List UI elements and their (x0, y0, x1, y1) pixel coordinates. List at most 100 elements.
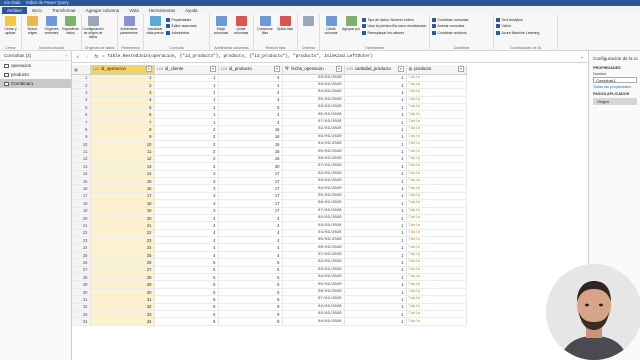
column-type-icon[interactable]: ▦ (409, 67, 413, 71)
table-link-cell[interactable]: Table (406, 81, 467, 90)
formula-text[interactable]: = Table.NestedJoin(operacion, {"id_produ… (102, 54, 373, 59)
query-item-operacion[interactable]: operacion (0, 61, 71, 70)
table-link-cell[interactable]: Table (406, 96, 467, 105)
table-link-cell[interactable]: Table (406, 133, 467, 142)
table-link-cell[interactable]: Table (406, 74, 467, 82)
table-link-cell[interactable]: Table (406, 147, 467, 156)
table-link-cell[interactable]: Table (406, 295, 467, 304)
elegir-columnas-button[interactable]: Elegir columnas (212, 16, 230, 35)
table-link-cell[interactable]: Table (406, 155, 467, 164)
combinar-archivos-button[interactable]: Combinar archivos (432, 30, 468, 35)
nuevo-origen-button[interactable]: Nuevo origen (24, 16, 41, 35)
formula-bar[interactable]: ✕ ✓ fx = Table.NestedJoin(operacion, {"i… (72, 51, 588, 63)
applied-steps-header[interactable]: PASOS APLICADOS (593, 92, 638, 96)
column-filter-icon[interactable]: ▾ (146, 66, 152, 73)
collapse-pane-icon[interactable]: ‹ (65, 51, 67, 60)
origenes-recientes-button[interactable]: Orígenes recientes (43, 16, 60, 35)
tipo-de-datos-numero-entero-button[interactable]: Tipo de datos: Número entero (362, 17, 426, 22)
table-link-cell[interactable]: Table (406, 88, 467, 97)
actualizar-vista-previa-button[interactable]: Actualizar vista previa (146, 16, 164, 35)
table-link-cell[interactable]: Table (406, 243, 467, 252)
column-type-icon[interactable]: 123 (221, 67, 227, 71)
tab-tools[interactable]: Herramientas (144, 7, 180, 14)
quitar-columnas-button[interactable]: Quitar columnas (232, 16, 250, 35)
tab-view[interactable]: Vista (124, 7, 144, 14)
table-link-cell[interactable]: Table (406, 199, 467, 208)
column-type-icon[interactable]: 📅 (285, 67, 290, 71)
sort-button[interactable] (300, 16, 317, 27)
conservar-filas-button[interactable]: Conservar filas (256, 16, 274, 35)
table-link-cell[interactable]: Table (406, 125, 467, 134)
table-link-cell[interactable]: Table (406, 266, 467, 275)
azure-machine-learning-button[interactable]: Azure Machine Learning (496, 30, 539, 35)
query-name-field[interactable]: Combinar1 (593, 77, 637, 83)
tab-transform[interactable]: Transformar (47, 7, 81, 14)
column-header-id-producto[interactable]: 123 id_producto ▾ (218, 65, 283, 75)
combinar-consultas-button[interactable]: Combinar consultas (432, 17, 468, 22)
cerrar-y-aplicar-button[interactable]: Cerrar y aplicar (2, 16, 19, 35)
table-link-cell[interactable]: Table (406, 184, 467, 193)
text-analytics-button[interactable]: Text Analytics (496, 17, 539, 22)
column-header-cantidad-producto[interactable]: 123 cantidad_producto ▾ (344, 65, 407, 75)
column-type-icon[interactable]: 123 (93, 67, 99, 71)
properties-header[interactable]: PROPIEDADES (593, 66, 638, 70)
tab-add-column[interactable]: Agregar columna (81, 7, 124, 14)
table-link-cell[interactable]: Table (406, 177, 467, 186)
column-filter-icon[interactable]: ▾ (210, 66, 216, 73)
table-link-cell[interactable]: Table (406, 221, 467, 230)
tab-help[interactable]: Ayuda (180, 7, 202, 14)
table-link-cell[interactable]: Table (406, 273, 467, 282)
column-filter-icon[interactable]: ▾ (458, 66, 464, 73)
administrar-button[interactable]: Administrar (166, 30, 197, 35)
propiedades-button[interactable]: Propiedades (166, 17, 197, 22)
column-filter-icon[interactable]: ▾ (398, 66, 404, 73)
column-header-id-operacion[interactable]: 123 id_operacion ▾ (90, 65, 155, 75)
query-item-combinar1[interactable]: Combinar1 (0, 79, 71, 88)
table-link-cell[interactable]: Table (406, 288, 467, 297)
column-filter-icon[interactable]: ▾ (274, 66, 280, 73)
column-header-id-cliente[interactable]: 123 id_cliente ▾ (154, 65, 219, 75)
expand-formula-icon[interactable]: ⌄ (580, 54, 584, 60)
table-menu-icon[interactable]: ▦ (74, 68, 78, 72)
table-link-cell[interactable]: Table (406, 303, 467, 312)
step-item[interactable]: Origen (593, 98, 637, 105)
reemplazar-los-valores-button[interactable]: Reemplazar los valores (362, 30, 426, 35)
table-link-cell[interactable]: Table (406, 317, 467, 326)
dividir-columna-button[interactable]: Dividir columna (322, 16, 340, 35)
column-header-producto[interactable]: ▦ producto ▾ (406, 65, 467, 75)
column-filter-icon[interactable]: ▾ (336, 66, 342, 73)
configuracion-de-origen-de-datos-button[interactable]: Configuración de origen de datos (83, 16, 103, 39)
tab-home[interactable]: Inicio (27, 7, 47, 14)
table-link-cell[interactable]: Table (406, 103, 467, 112)
table-link-cell[interactable]: Table (406, 251, 467, 260)
table-menu-corner[interactable]: ▦ (72, 65, 91, 75)
editor-avanzado-button[interactable]: Editor avanzado (166, 24, 197, 29)
table-link-cell[interactable]: Table (406, 192, 467, 201)
agrupar-por-button[interactable]: Agrupar por (342, 16, 360, 31)
table-link-cell[interactable]: Table (406, 170, 467, 178)
table-link-cell[interactable]: Table (406, 229, 467, 238)
table-link-cell[interactable]: Table (406, 236, 467, 245)
usar-la-primera-fila-como-encabezado-button[interactable]: Usar la primera fila como encabezado (362, 24, 426, 29)
anexar-consultas-button[interactable]: Anexar consultas (432, 24, 468, 29)
especificar-datos-button[interactable]: Especificar datos (62, 16, 79, 35)
table-link-cell[interactable]: Table (406, 110, 467, 119)
table-link-cell[interactable]: Table (406, 280, 467, 289)
table-link-cell[interactable]: Table (406, 162, 467, 171)
cancel-icon[interactable]: ✕ (76, 54, 79, 59)
tab-file[interactable]: Archivo (2, 7, 27, 14)
column-type-icon[interactable]: 123 (157, 67, 163, 71)
vision-button[interactable]: Visión (496, 24, 539, 29)
administrar-parametros-button[interactable]: Administrar parámetros (120, 16, 138, 35)
table-link-cell[interactable]: Table (406, 118, 467, 127)
all-properties-link[interactable]: Todas las propiedades (593, 85, 638, 89)
quitar-filas-button[interactable]: Quitar filas (276, 16, 294, 31)
table-link-cell[interactable]: Table (406, 310, 467, 319)
confirm-icon[interactable]: ✓ (85, 54, 88, 59)
table-link-cell[interactable]: Table (406, 258, 467, 267)
table-link-cell[interactable]: Table (406, 140, 467, 149)
table-link-cell[interactable]: Table (406, 207, 467, 215)
column-header-fecha-operacion[interactable]: 📅 fecha_operacion ▾ (282, 65, 345, 75)
table-link-cell[interactable]: Table (406, 214, 467, 223)
column-type-icon[interactable]: 123 (347, 67, 353, 71)
